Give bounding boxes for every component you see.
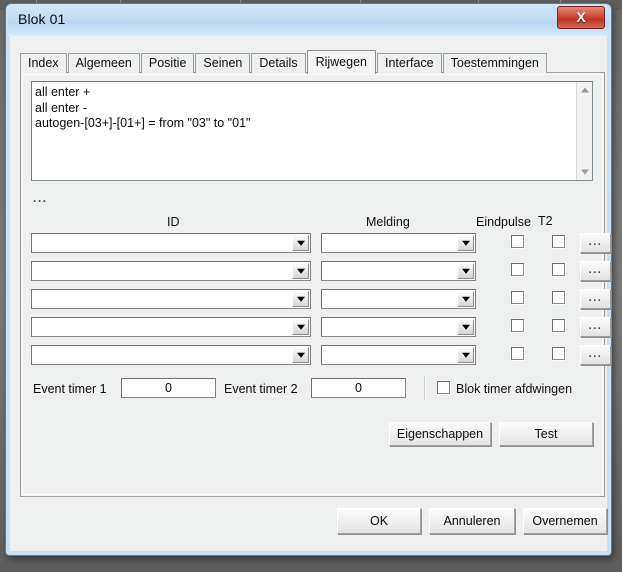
event-timer-2-input[interactable]: 0 [311,378,406,398]
blok-timer-checkbox[interactable] [437,381,450,394]
table-row: ... [31,345,611,365]
script-text: all enter + all enter - autogen-[03+]-[0… [35,85,251,130]
script-vertical-scrollbar[interactable] [576,82,592,180]
chevron-down-icon[interactable] [292,291,309,307]
tab-index[interactable]: Index [20,53,67,73]
apply-button[interactable]: Overnemen [523,508,607,534]
table-row: ... [31,233,611,253]
browse-button[interactable]: ... [580,317,611,337]
id-combobox[interactable] [31,289,311,309]
chevron-down-icon[interactable] [292,347,309,363]
browse-button[interactable]: ... [580,261,611,281]
event-timer-2-label: Event timer 2 [224,382,298,396]
window-title: Blok 01 [18,11,66,27]
eindpulse-checkbox[interactable] [511,291,524,304]
id-combobox[interactable] [31,317,311,337]
chevron-down-icon[interactable] [292,319,309,335]
browse-button[interactable]: ... [580,289,611,309]
id-combobox[interactable] [31,233,311,253]
t2-checkbox[interactable] [552,347,565,360]
column-header-melding: Melding [366,215,410,229]
triangle-down-icon[interactable] [577,164,592,180]
t2-checkbox[interactable] [552,235,565,248]
melding-combobox[interactable] [321,289,476,309]
vertical-separator [424,376,426,400]
eigenschappen-button[interactable]: Eigenschappen [389,422,491,446]
chevron-down-icon[interactable] [457,319,474,335]
browse-button[interactable]: ... [580,345,611,365]
close-x-icon: X [576,9,586,25]
tab-rijwegen[interactable]: Rijwegen [306,50,376,74]
chevron-down-icon[interactable] [457,263,474,279]
chevron-down-icon[interactable] [292,263,309,279]
eindpulse-checkbox[interactable] [511,263,524,276]
close-button[interactable]: X [557,6,605,29]
chevron-down-icon[interactable] [457,235,474,251]
ellipsis-label: ... [33,191,48,205]
dialog-client-area: Index Algemeen Positie Seinen Details Ri… [10,36,611,551]
screen: Blok 01 X Index Algemeen Positie Seinen … [0,0,622,572]
tab-details[interactable]: Details [251,53,306,73]
dialog-inner: Blok 01 X Index Algemeen Positie Seinen … [8,5,611,551]
melding-combobox[interactable] [321,261,476,281]
id-combobox[interactable] [31,345,311,365]
blok-timer-label: Blok timer afdwingen [456,382,573,396]
event-timer-1-input[interactable]: 0 [121,378,216,398]
tab-positie[interactable]: Positie [140,53,195,73]
eindpulse-checkbox[interactable] [511,319,524,332]
table-row: ... [31,261,611,281]
browse-button[interactable]: ... [580,233,611,253]
tab-strip: Index Algemeen Positie Seinen Details Ri… [20,50,548,74]
column-header-eindpulse: Eindpulse [476,215,531,229]
column-header-id: ID [167,215,180,229]
t2-checkbox[interactable] [552,291,565,304]
t2-checkbox[interactable] [552,319,565,332]
chevron-down-icon[interactable] [292,235,309,251]
id-combobox[interactable] [31,261,311,281]
rijwegen-panel: all enter + all enter - autogen-[03+]-[0… [20,72,611,497]
event-timer-1-label: Event timer 1 [33,382,107,396]
chevron-down-icon[interactable] [457,291,474,307]
script-text-area[interactable]: all enter + all enter - autogen-[03+]-[0… [31,81,593,181]
melding-combobox[interactable] [321,233,476,253]
t2-checkbox[interactable] [552,263,565,276]
tab-seinen[interactable]: Seinen [195,53,251,73]
eindpulse-checkbox[interactable] [511,235,524,248]
table-row: ... [31,289,611,309]
blok-properties-dialog: Blok 01 X Index Algemeen Positie Seinen … [5,3,612,556]
eindpulse-checkbox[interactable] [511,347,524,360]
melding-combobox[interactable] [321,345,476,365]
ok-button[interactable]: OK [337,508,421,534]
triangle-up-icon[interactable] [577,82,592,98]
column-header-t2: T2 [538,214,553,228]
tab-algemeen[interactable]: Algemeen [67,53,140,73]
tab-toestemmingen[interactable]: Toestemmingen [442,53,547,73]
cancel-button[interactable]: Annuleren [429,508,515,534]
melding-combobox[interactable] [321,317,476,337]
table-row: ... [31,317,611,337]
title-bar[interactable]: Blok 01 X [8,5,609,36]
chevron-down-icon[interactable] [457,347,474,363]
tab-interface[interactable]: Interface [377,53,442,73]
test-button[interactable]: Test [499,422,593,446]
